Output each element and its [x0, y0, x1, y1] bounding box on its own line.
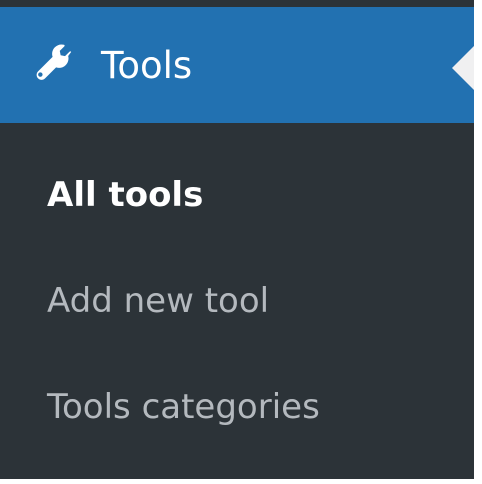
page-background-bottom	[0, 479, 482, 484]
page-background-right	[474, 0, 482, 484]
tools-submenu: All tools Add new tool Tools categories	[0, 123, 474, 479]
current-menu-pointer	[452, 46, 474, 90]
submenu-item-add-new-tool[interactable]: Add new tool	[47, 279, 269, 323]
submenu-item-tools-categories[interactable]: Tools categories	[47, 385, 320, 429]
wrench-icon	[36, 44, 72, 80]
menu-top-strip	[0, 0, 474, 7]
menu-item-tools-label: Tools	[101, 44, 193, 87]
menu-item-tools[interactable]: Tools	[0, 7, 474, 123]
admin-sidebar-menu: Tools All tools Add new tool Tools categ…	[0, 0, 474, 479]
submenu-item-all-tools[interactable]: All tools	[47, 173, 203, 217]
